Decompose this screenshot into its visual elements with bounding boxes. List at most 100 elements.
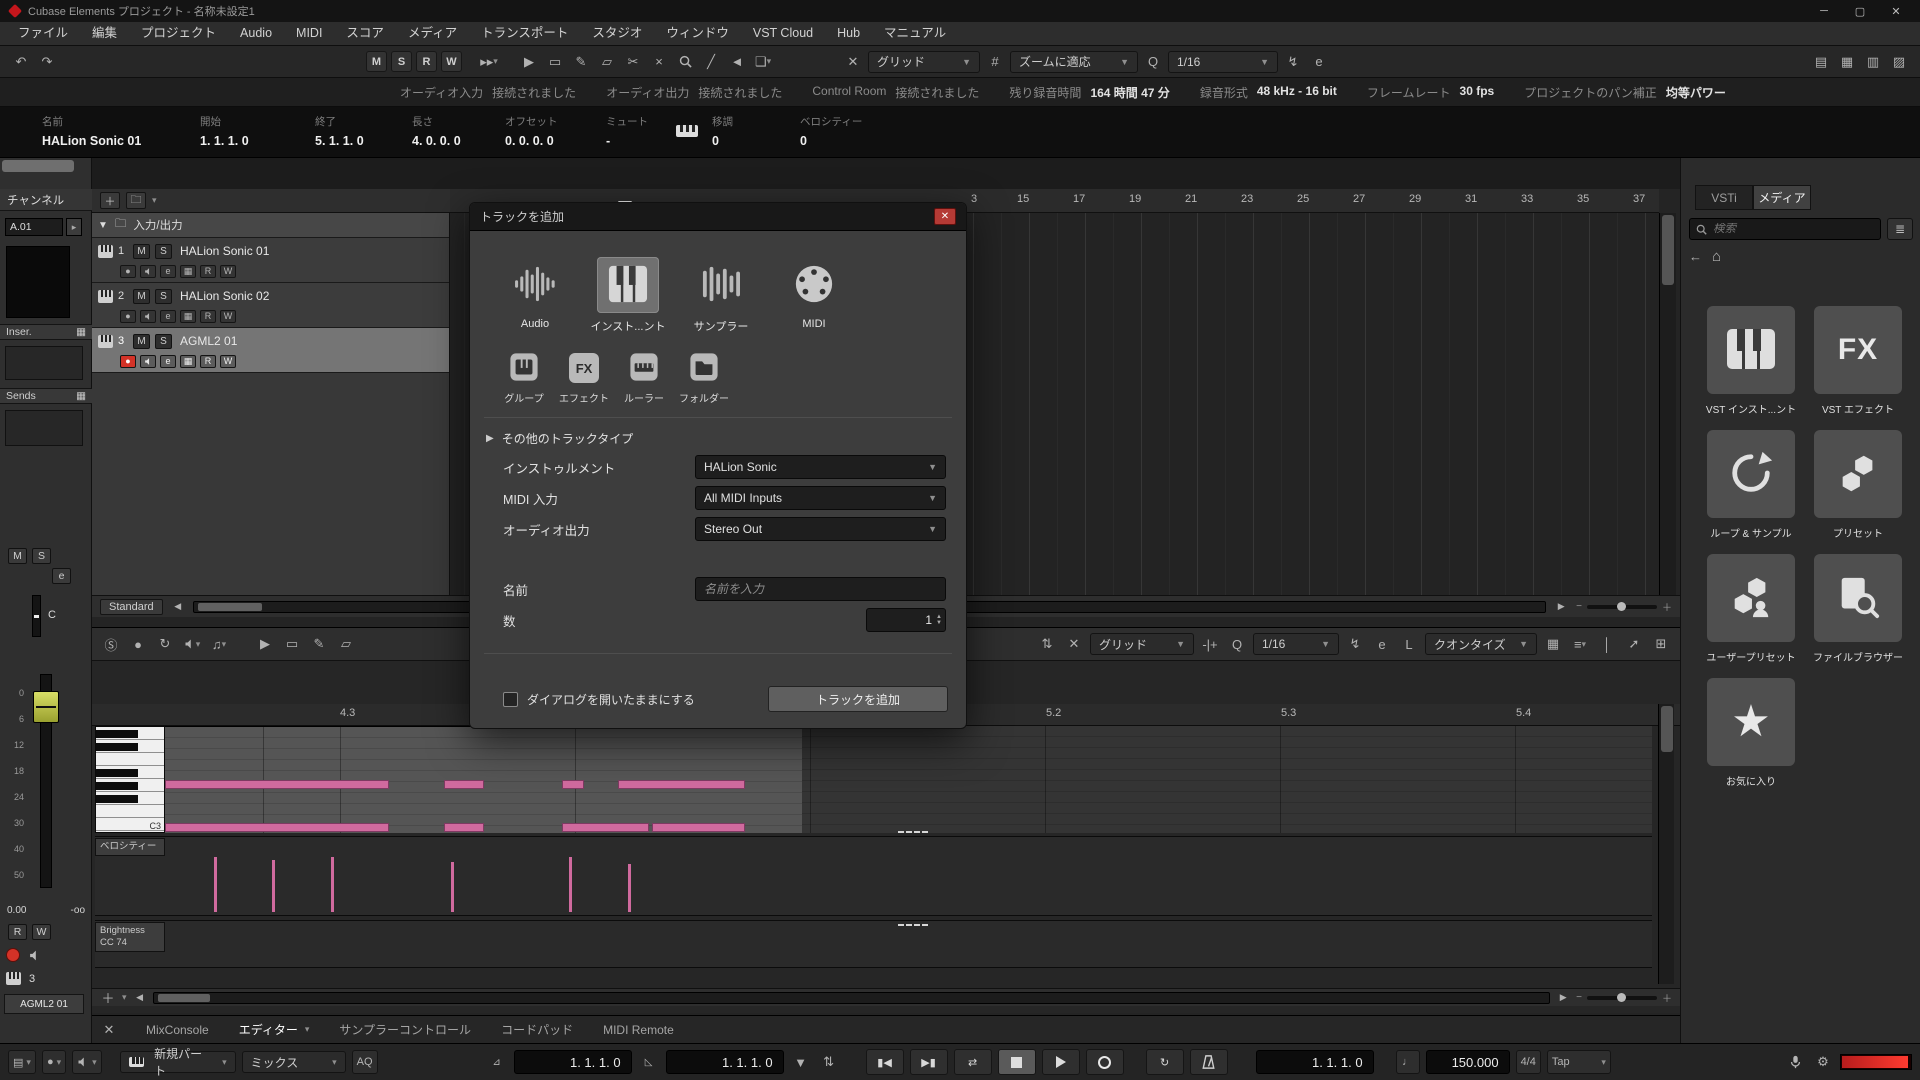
- instrument-icon[interactable]: ▦: [180, 310, 196, 323]
- pan-slider[interactable]: [32, 595, 41, 637]
- menu-file[interactable]: ファイル: [8, 22, 78, 45]
- read-automation-icon[interactable]: R: [200, 310, 216, 323]
- right-zone-toggle-icon[interactable]: ▥: [1862, 51, 1884, 73]
- right-locator-display[interactable]: 1. 1. 1. 0: [666, 1050, 784, 1074]
- pan-control[interactable]: C: [8, 595, 82, 637]
- undo-icon[interactable]: ↶: [10, 51, 32, 73]
- tap-tempo-button[interactable]: Tap▾: [1547, 1050, 1611, 1074]
- edit-channel-icon[interactable]: e: [160, 265, 176, 278]
- minimize-button[interactable]: ─: [1806, 1, 1842, 21]
- info-transpose[interactable]: 移調0: [712, 114, 733, 148]
- menu-studio[interactable]: スタジオ: [582, 22, 652, 45]
- editor-zoom-controls[interactable]: −＋: [1576, 990, 1672, 1005]
- mute-tool-icon[interactable]: ×: [648, 51, 670, 73]
- menu-window[interactable]: ウィンドウ: [656, 22, 739, 45]
- comment-tool-icon[interactable]: ❑▾: [752, 51, 774, 73]
- editor-horizontal-scrollbar[interactable]: [153, 992, 1551, 1004]
- left-zone-toggle-icon[interactable]: ▤: [1810, 51, 1832, 73]
- channel-mute-button[interactable]: M: [8, 548, 27, 564]
- solo-editor-icon[interactable]: Ⓢ: [100, 633, 122, 655]
- tab-mixconsole[interactable]: MixConsole: [146, 1023, 209, 1037]
- aq-button[interactable]: AQ: [352, 1050, 378, 1074]
- editor-auto-scroll-icon[interactable]: ⇅: [1036, 633, 1058, 655]
- left-locator-display[interactable]: 1. 1. 1. 0: [514, 1050, 632, 1074]
- editor-quantize-dropdown[interactable]: 1/16▼: [1253, 633, 1339, 655]
- editor-vertical-scrollbar[interactable]: [1658, 704, 1674, 984]
- info-length[interactable]: 長さ4. 0. 0. 0: [412, 114, 461, 148]
- insert-slot[interactable]: [5, 346, 83, 380]
- feedback-icon[interactable]: ↻: [154, 633, 176, 655]
- line-tool-icon[interactable]: ╱: [700, 51, 722, 73]
- keep-dialog-open-checkbox[interactable]: [503, 692, 518, 707]
- track-row-halion-sonic-01[interactable]: 1 M S HALion Sonic 01 ● e ▦ R W: [92, 238, 449, 283]
- stop-button[interactable]: [998, 1049, 1036, 1075]
- piano-keyboard[interactable]: C3: [95, 726, 165, 833]
- info-name[interactable]: 名前HALion Sonic 01: [42, 114, 141, 148]
- track-name[interactable]: HALion Sonic 02: [180, 289, 269, 303]
- menu-project[interactable]: プロジェクト: [131, 22, 226, 45]
- microphone-icon[interactable]: [1784, 1051, 1806, 1073]
- auto-scroll-icon[interactable]: ▸▸▾: [478, 51, 500, 73]
- tab-chord-pads[interactable]: コードパッド: [501, 1021, 573, 1038]
- fader-handle[interactable]: [33, 691, 59, 723]
- play-button[interactable]: [1042, 1049, 1080, 1075]
- lower-zone-toggle-icon[interactable]: ▦: [1836, 51, 1858, 73]
- write-automation-icon[interactable]: W: [220, 265, 236, 278]
- velocity-lane[interactable]: [95, 836, 1652, 916]
- read-automation-icon[interactable]: R: [200, 265, 216, 278]
- tile-file-browser[interactable]: ファイルブラウザー: [1812, 554, 1904, 664]
- monitor-icon[interactable]: [140, 355, 156, 368]
- tab-vsti[interactable]: VSTi: [1695, 185, 1753, 210]
- track-row-halion-sonic-02[interactable]: 2 M S HALion Sonic 02 ● e ▦ R W: [92, 283, 449, 328]
- mute-all-button[interactable]: M: [366, 51, 387, 72]
- tempo-track-icon[interactable]: ♩: [1396, 1050, 1420, 1074]
- channel-solo-button[interactable]: S: [32, 548, 51, 564]
- type-midi[interactable]: MIDI: [773, 257, 855, 334]
- zoom-tool-icon[interactable]: [674, 51, 696, 73]
- split-tool-icon[interactable]: ✂: [622, 51, 644, 73]
- grid-type-dropdown[interactable]: グリッド▼: [868, 51, 980, 73]
- monitor-icon[interactable]: [140, 265, 156, 278]
- iterative-quantize-icon[interactable]: ↯: [1282, 51, 1304, 73]
- monitor-icon[interactable]: [140, 310, 156, 323]
- chevron-down-icon[interactable]: ▾: [122, 992, 127, 1003]
- scroll-left-icon[interactable]: ◀: [171, 596, 185, 618]
- track-solo-button[interactable]: S: [155, 334, 172, 349]
- add-track-button[interactable]: ＋: [100, 192, 120, 209]
- info-end[interactable]: 終了5. 1. 1. 0: [315, 114, 364, 148]
- count-input[interactable]: [867, 613, 936, 627]
- tempo-display[interactable]: 150.000: [1426, 1050, 1510, 1074]
- info-start[interactable]: 開始1. 1. 1. 0: [200, 114, 249, 148]
- read-automation-icon[interactable]: R: [200, 355, 216, 368]
- cc74-lane[interactable]: [95, 920, 1652, 968]
- send-slot[interactable]: [5, 410, 83, 446]
- track-mute-button[interactable]: M: [133, 289, 150, 304]
- tile-user-presets[interactable]: ユーザープリセット: [1705, 554, 1797, 664]
- range-tool-icon[interactable]: ▭: [281, 633, 303, 655]
- menu-score[interactable]: スコア: [336, 22, 394, 45]
- instrument-icon[interactable]: ▦: [180, 265, 196, 278]
- info-mute[interactable]: ミュート-: [606, 114, 648, 148]
- read-automation-button[interactable]: R: [416, 51, 437, 72]
- arrange-vertical-scrollbar[interactable]: [1659, 213, 1676, 595]
- locator-arrows-icon[interactable]: ⇅: [818, 1051, 840, 1073]
- instrument-dropdown[interactable]: HALion Sonic▼: [695, 455, 946, 479]
- type-audio[interactable]: Audio: [494, 257, 576, 334]
- mix-dropdown[interactable]: ミックス▾: [242, 1051, 346, 1073]
- note-insert-icon[interactable]: ♫▾: [208, 633, 230, 655]
- add-track-confirm-button[interactable]: トラックを追加: [768, 686, 948, 712]
- redo-icon[interactable]: ↷: [36, 51, 58, 73]
- length-quantize-dropdown[interactable]: クオンタイズ▼: [1425, 633, 1537, 655]
- zoom-in-icon[interactable]: ＋: [1662, 990, 1672, 1005]
- channel-edit-button[interactable]: e: [52, 568, 71, 584]
- write-automation-button[interactable]: W: [441, 51, 462, 72]
- record-enable-icon[interactable]: ●: [120, 310, 136, 323]
- snap-icon[interactable]: ✕: [842, 51, 864, 73]
- type-sampler[interactable]: サンプラー: [680, 257, 762, 334]
- go-to-next-marker-button[interactable]: ▶▮: [910, 1049, 948, 1075]
- quantize-dropdown[interactable]: 1/16▼: [1168, 51, 1278, 73]
- record-enable-icon-active[interactable]: ●: [120, 355, 136, 368]
- tile-vst-instruments[interactable]: VST インスト...ント: [1705, 306, 1797, 416]
- draw-tool-icon[interactable]: ✎: [308, 633, 330, 655]
- open-in-window-icon[interactable]: ➚: [1623, 633, 1645, 655]
